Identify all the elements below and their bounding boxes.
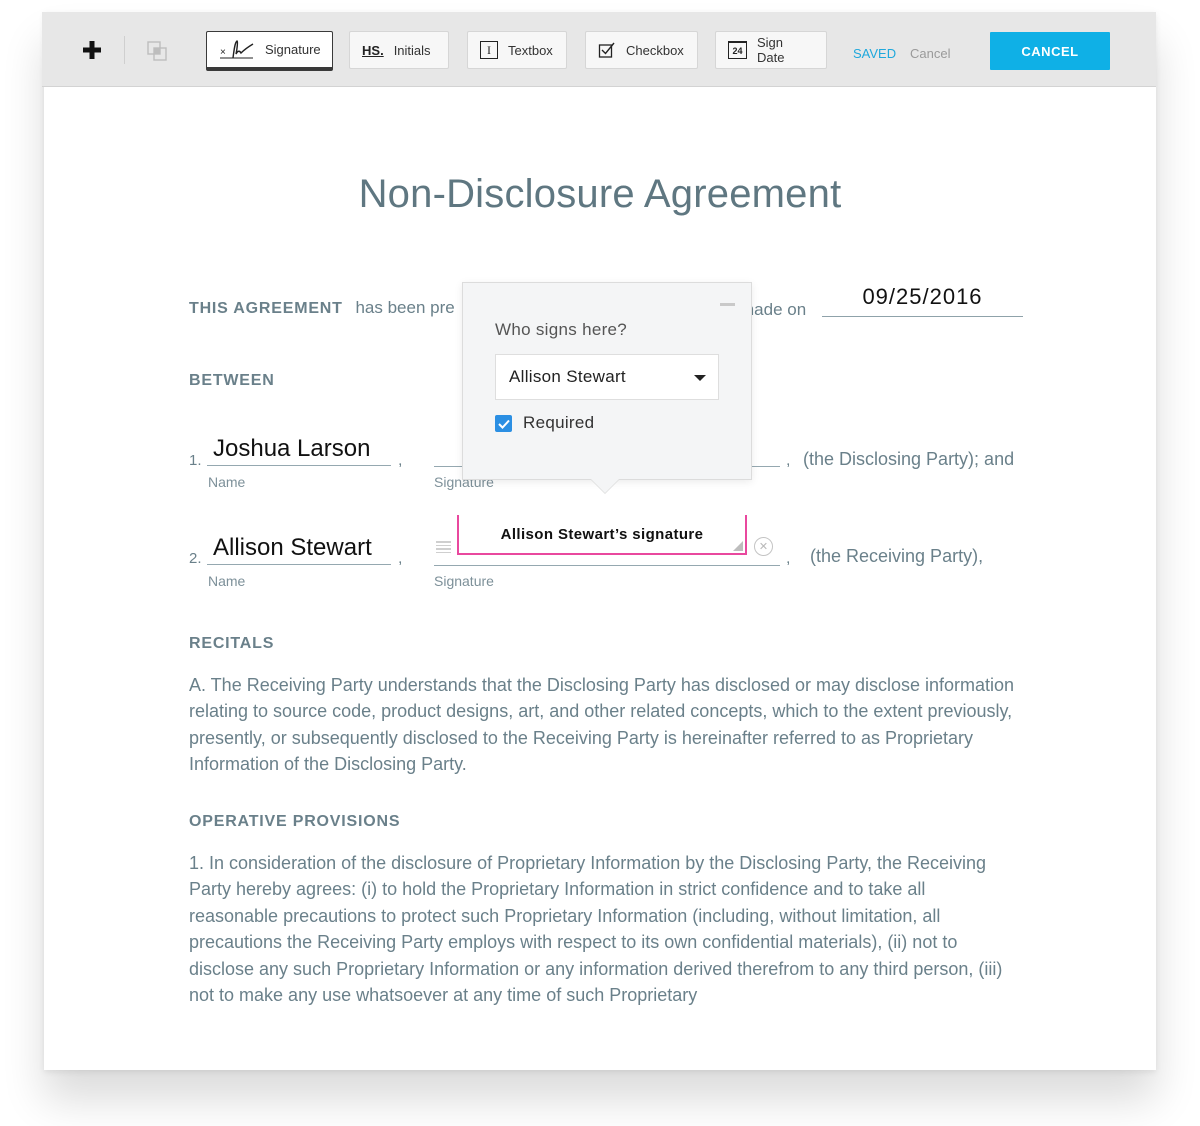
cancel-link[interactable]: Cancel [910,46,950,61]
signer-question: Who signs here? [495,320,628,339]
editor-toolbar: × Signature HS. Initials I Textbox Check… [42,12,1156,87]
tool-label: Signature [265,42,321,57]
resize-handle-icon[interactable] [733,541,743,551]
comma: , [786,550,791,567]
chevron-down-icon [694,375,706,381]
party-2-name-field[interactable]: Allison Stewart [207,533,391,565]
add-field-button[interactable] [82,38,102,62]
agreement-line: THIS AGREEMENT has been pre [189,298,455,318]
calendar-icon-text: 24 [732,45,743,56]
signer-selected-value: Allison Stewart [509,367,626,386]
close-icon: ✕ [758,541,769,553]
agreement-text: has been pre [355,298,455,317]
signature-field-label: Allison Stewart’s signature [500,525,704,543]
signature-field[interactable]: Allison Stewart’s signature [457,515,747,555]
remove-field-button[interactable]: ✕ [754,537,773,556]
textbox-icon: I [480,41,498,59]
tool-sign-date-button[interactable]: 24 Sign Date [715,31,827,69]
minimize-icon[interactable] [720,303,735,306]
textbox-icon-text: I [487,42,491,57]
party-2-signature-label: Signature [434,573,494,589]
svg-text:×: × [220,47,226,58]
popover-arrow [591,479,619,493]
comma: , [398,452,403,469]
signer-popover: Who signs here? Allison Stewart Required [462,282,752,480]
tool-initials-button[interactable]: HS. Initials [349,31,449,69]
comma: , [786,452,791,469]
party-2-name-label: Name [208,573,246,589]
initials-icon: HS. [362,42,384,58]
tool-checkbox-button[interactable]: Checkbox [585,31,698,69]
between-heading: BETWEEN [189,372,275,389]
tool-label: Textbox [508,42,553,58]
party-1-role: (the Disclosing Party); and [803,449,1015,469]
saved-status: SAVED [853,46,897,61]
agreement-label: THIS AGREEMENT [189,300,343,317]
calendar-icon: 24 [728,41,747,59]
layers-icon [147,41,167,61]
drag-handle-icon[interactable] [436,541,451,555]
tool-signature-button[interactable]: × Signature [206,31,333,71]
comma: , [398,550,403,567]
plus-icon [83,41,101,59]
cancel-button[interactable]: CANCEL [990,32,1110,70]
tool-textbox-button[interactable]: I Textbox [467,31,567,69]
party-1-name-field[interactable]: Joshua Larson [207,434,391,466]
party-2-signature-line [434,565,780,566]
check-icon [497,419,510,429]
layers-button[interactable] [146,40,168,62]
tool-label: Sign Date [756,35,785,65]
tool-label: Initials [393,42,431,58]
operative-provisions-heading: OPERATIVE PROVISIONS [189,813,401,830]
recitals-paragraph: A. The Receiving Party understands that … [189,675,1015,775]
signer-select[interactable]: Allison Stewart [495,354,719,400]
toolbar-divider [124,36,125,64]
signature-icon: × [219,38,255,62]
required-checkbox[interactable] [495,415,512,432]
party-2-role: (the Receiving Party), [810,546,984,566]
checkbox-icon [598,41,616,59]
party-1-number: 1. [189,452,202,469]
required-label: Required [523,413,595,432]
operative-provisions-paragraph: 1. In consideration of the disclosure of… [189,853,1003,1006]
initials-icon-text: HS [362,42,381,58]
party-1-name-label: Name [208,474,246,490]
agreement-date-field[interactable]: 09/25/2016 [822,282,1023,317]
document-title: Non-Disclosure Agreement [358,172,842,216]
recitals-heading: RECITALS [189,635,275,652]
party-2-number: 2. [189,550,202,567]
tool-label: Checkbox [626,42,684,58]
